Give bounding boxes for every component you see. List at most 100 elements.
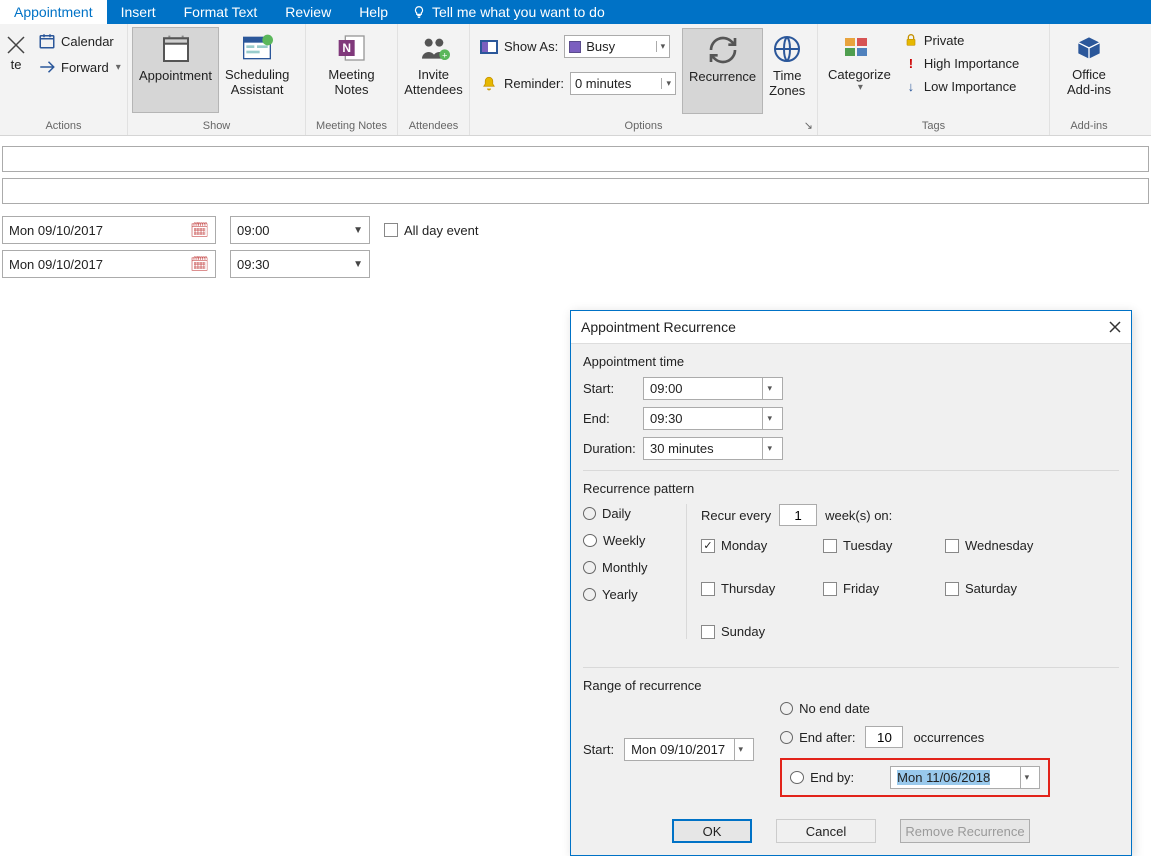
start-date-value: Mon 09/10/2017 <box>9 223 103 238</box>
show-as-combo[interactable]: Busy ▾ <box>564 35 670 58</box>
categorize-button[interactable]: Categorize ▾ <box>822 27 897 113</box>
show-as-label: Show As: <box>504 39 558 54</box>
group-label-options: Options <box>470 118 817 135</box>
forward-button[interactable]: Forward ▾ <box>32 55 127 79</box>
checkbox-friday[interactable]: Friday <box>823 581 911 596</box>
scheduling-icon <box>241 32 273 64</box>
close-button[interactable] <box>1109 321 1121 333</box>
appointment-form: Mon 09/10/2017 🗓 09:00 ▼ All day event M… <box>0 136 1151 278</box>
checkbox-saturday[interactable]: Saturday <box>945 581 1033 596</box>
categorize-label: Categorize <box>828 67 891 82</box>
all-day-label: All day event <box>404 223 478 238</box>
tab-review[interactable]: Review <box>271 0 345 24</box>
calendar-picker-icon[interactable]: 🗓 <box>190 221 209 239</box>
checkbox-monday[interactable]: ✓Monday <box>701 538 789 553</box>
close-icon <box>1109 321 1121 333</box>
radio-weekly[interactable]: Weekly <box>583 533 686 548</box>
end-by-combo[interactable]: Mon 11/06/2018 ▾ <box>890 766 1040 789</box>
start-date-field[interactable]: Mon 09/10/2017 🗓 <box>2 216 216 244</box>
tue-label: Tuesday <box>843 538 892 553</box>
tab-format-text[interactable]: Format Text <box>170 0 272 24</box>
checkbox-sunday[interactable]: Sunday <box>701 624 789 639</box>
dlg-end-combo[interactable]: 09:30 ▾ <box>643 407 783 430</box>
wed-label: Wednesday <box>965 538 1033 553</box>
checkbox-tuesday[interactable]: Tuesday <box>823 538 911 553</box>
private-button[interactable]: Private <box>897 29 1025 51</box>
radio-end-by[interactable]: End by: <box>790 770 854 785</box>
tell-me-search[interactable]: Tell me what you want to do <box>402 4 615 20</box>
meeting-notes-button[interactable]: N Meeting Notes <box>322 27 380 113</box>
time-zones-button[interactable]: Time Zones <box>763 28 811 114</box>
recurrence-button[interactable]: Recurrence <box>682 28 763 114</box>
tab-insert[interactable]: Insert <box>107 0 170 24</box>
appointment-view-button[interactable]: Appointment <box>132 27 219 113</box>
thu-label: Thursday <box>721 581 775 596</box>
calendar-picker-icon[interactable]: 🗓 <box>190 255 209 273</box>
radio-yearly[interactable]: Yearly <box>583 587 686 602</box>
end-after-input[interactable] <box>865 726 903 748</box>
high-importance-button[interactable]: ! High Importance <box>897 53 1025 74</box>
office-addins-button[interactable]: Office Add-ins <box>1061 27 1117 113</box>
chevron-down-icon: ▾ <box>734 739 748 760</box>
end-by-value: Mon 11/06/2018 <box>897 770 990 785</box>
onenote-icon: N <box>336 32 368 64</box>
end-date-field[interactable]: Mon 09/10/2017 🗓 <box>2 250 216 278</box>
appointment-icon <box>160 33 192 65</box>
radio-no-end[interactable]: No end date <box>780 701 870 716</box>
show-as-value: Busy <box>586 39 615 54</box>
location-field[interactable] <box>2 178 1149 204</box>
dlg-end-value: 09:30 <box>650 411 683 426</box>
radio-daily[interactable]: Daily <box>583 506 686 521</box>
group-label-meeting-notes: Meeting Notes <box>306 118 397 135</box>
low-importance-button[interactable]: ↓ Low Importance <box>897 76 1025 97</box>
copy-to-calendar-button[interactable]: Calendar <box>32 29 127 53</box>
checkbox-thursday[interactable]: Thursday <box>701 581 789 596</box>
radio-end-after[interactable]: End after: <box>780 730 855 745</box>
subject-field[interactable] <box>2 146 1149 172</box>
sun-label: Sunday <box>721 624 765 639</box>
options-launcher[interactable]: ↘ <box>804 119 813 132</box>
delete-label: te <box>11 57 22 72</box>
people-icon: + <box>418 32 450 64</box>
tab-appointment[interactable]: Appointment <box>0 0 107 24</box>
ok-button[interactable]: OK <box>672 819 752 843</box>
addins-icon <box>1073 32 1105 64</box>
all-day-checkbox[interactable]: All day event <box>384 223 478 238</box>
range-start-combo[interactable]: Mon 09/10/2017 ▾ <box>624 738 754 761</box>
chevron-down-icon: ▾ <box>661 78 671 89</box>
start-time-field[interactable]: 09:00 ▼ <box>230 216 370 244</box>
recur-every-input[interactable] <box>779 504 817 526</box>
dialog-titlebar: Appointment Recurrence <box>571 311 1131 343</box>
start-time-value: 09:00 <box>237 223 270 238</box>
exclamation-icon: ! <box>903 56 919 71</box>
group-label-addins: Add-ins <box>1050 118 1128 135</box>
checkbox-wednesday[interactable]: Wednesday <box>945 538 1033 553</box>
lock-icon <box>903 32 919 48</box>
recurrence-dialog: Appointment Recurrence Appointment time … <box>570 310 1132 856</box>
chevron-down-icon: ▼ <box>353 259 363 270</box>
bell-icon <box>480 75 498 93</box>
cancel-button[interactable]: Cancel <box>776 819 876 843</box>
calendar-label: Calendar <box>61 34 114 49</box>
dlg-start-combo[interactable]: 09:00 ▾ <box>643 377 783 400</box>
reminder-label: Reminder: <box>504 76 564 91</box>
tab-help[interactable]: Help <box>345 0 402 24</box>
dlg-duration-value: 30 minutes <box>650 441 714 456</box>
monthly-label: Monthly <box>602 560 648 575</box>
scheduling-assistant-button[interactable]: Scheduling Assistant <box>219 27 295 113</box>
delete-icon[interactable] <box>4 33 28 57</box>
radio-monthly[interactable]: Monthly <box>583 560 686 575</box>
reminder-combo[interactable]: 0 minutes ▾ <box>570 72 676 95</box>
section-range: Range of recurrence <box>583 678 1119 693</box>
ribbon-tabs: Appointment Insert Format Text Review He… <box>0 0 1151 24</box>
time-zones-label: Time Zones <box>769 68 805 98</box>
dlg-duration-combo[interactable]: 30 minutes ▾ <box>643 437 783 460</box>
calendar-icon <box>38 32 56 50</box>
group-label-attendees: Attendees <box>398 118 469 135</box>
end-time-field[interactable]: 09:30 ▼ <box>230 250 370 278</box>
sat-label: Saturday <box>965 581 1017 596</box>
invite-attendees-button[interactable]: + Invite Attendees <box>398 27 469 113</box>
appointment-view-label: Appointment <box>139 68 212 83</box>
chevron-down-icon: ▾ <box>762 438 776 459</box>
group-label-show: Show <box>128 118 305 135</box>
